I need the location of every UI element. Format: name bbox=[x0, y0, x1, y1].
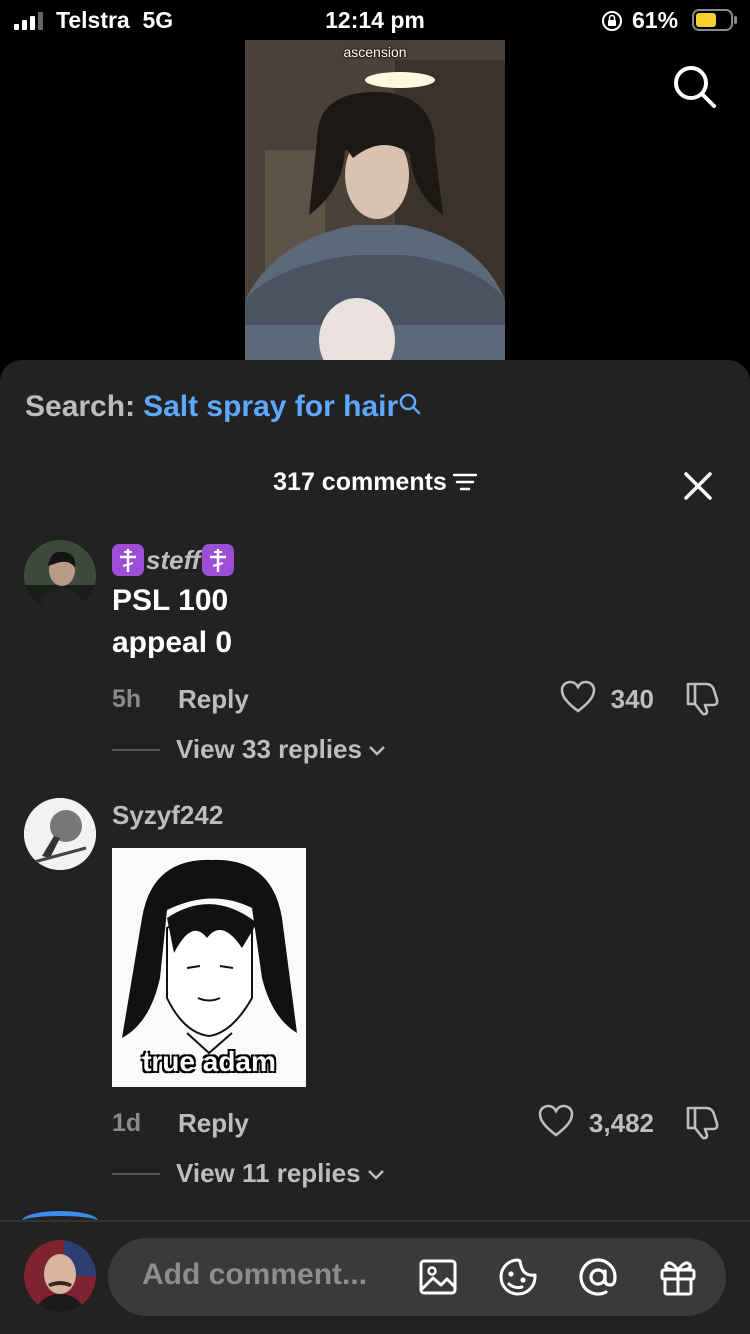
search-suggestion[interactable]: Search: Salt spray for hair bbox=[25, 390, 422, 424]
heart-icon[interactable] bbox=[560, 680, 596, 714]
view-replies-button[interactable]: View 11 replies bbox=[176, 1158, 385, 1189]
dislike-icon[interactable] bbox=[684, 1104, 720, 1140]
like-count: 3,482 bbox=[588, 1108, 654, 1138]
orthodox-cross-emoji bbox=[112, 544, 144, 577]
comment-age: 1d bbox=[112, 1109, 142, 1137]
search-prefix: Search: bbox=[25, 390, 136, 423]
like-count: 340 bbox=[610, 684, 654, 714]
video-frame bbox=[245, 40, 505, 360]
user-avatar[interactable] bbox=[24, 1240, 96, 1312]
comment-age: 5h bbox=[112, 685, 142, 713]
search-term-link[interactable]: Salt spray for hair bbox=[143, 390, 398, 423]
view-replies-button[interactable]: View 33 replies bbox=[176, 734, 386, 765]
search-suggestion-icon[interactable] bbox=[398, 392, 422, 416]
comment-username[interactable]: steff bbox=[112, 543, 235, 577]
comments-header: 317 comments bbox=[0, 468, 750, 497]
orthodox-cross-emoji bbox=[202, 544, 235, 577]
comment-count: 317 comments bbox=[273, 468, 447, 496]
image-icon[interactable] bbox=[416, 1255, 460, 1299]
gift-icon[interactable] bbox=[656, 1255, 700, 1299]
filter-icon[interactable] bbox=[452, 472, 477, 492]
replies-divider bbox=[112, 1173, 160, 1175]
video-player[interactable]: ascension bbox=[245, 40, 505, 360]
comment-composer: Add comment... bbox=[0, 1222, 750, 1334]
video-caption: ascension bbox=[343, 44, 407, 60]
battery-percentage: 61% bbox=[632, 7, 679, 33]
comment-input-placeholder: Add comment... bbox=[142, 1258, 368, 1291]
avatar[interactable] bbox=[24, 798, 96, 870]
search-icon[interactable] bbox=[670, 62, 718, 110]
heart-icon[interactable] bbox=[538, 1104, 574, 1138]
status-bar: Telstra 5G 12:14 pm 61% bbox=[0, 0, 750, 42]
dislike-icon[interactable] bbox=[684, 680, 720, 716]
sticker-emoji-icon[interactable] bbox=[496, 1255, 540, 1299]
comment-input[interactable]: Add comment... bbox=[108, 1238, 726, 1316]
chevron-down-icon bbox=[367, 1170, 384, 1180]
comment-image[interactable]: true adam bbox=[112, 848, 306, 1087]
chevron-down-icon bbox=[369, 746, 385, 756]
orientation-lock-icon bbox=[602, 11, 622, 31]
mention-icon[interactable] bbox=[576, 1255, 620, 1299]
avatar[interactable] bbox=[24, 540, 96, 612]
close-icon[interactable] bbox=[680, 468, 716, 504]
comments-sheet: Search:Salt spray for hair 317 comments bbox=[0, 360, 750, 1334]
image-caption: true adam bbox=[142, 1046, 276, 1077]
comment-username[interactable]: Syzyf242 bbox=[112, 800, 223, 831]
replies-divider bbox=[112, 749, 160, 751]
reply-button[interactable]: Reply bbox=[178, 684, 249, 715]
battery-icon bbox=[692, 9, 737, 31]
reply-button[interactable]: Reply bbox=[178, 1108, 249, 1139]
comment-text: PSL 100 appeal 0 bbox=[112, 584, 233, 659]
